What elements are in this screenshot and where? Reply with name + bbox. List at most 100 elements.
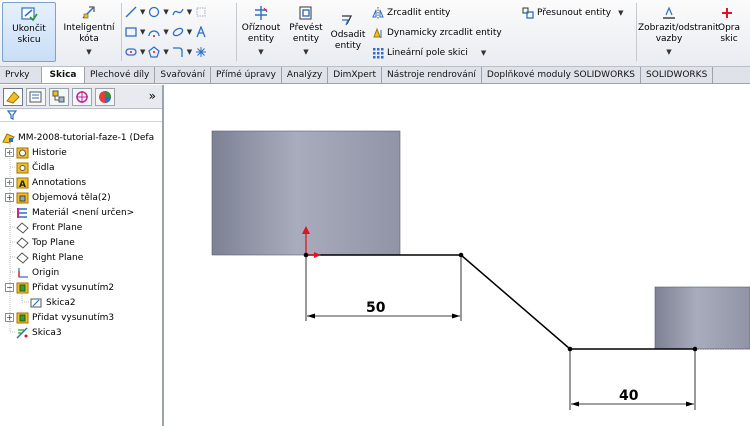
dynamic-mirror-icon: [373, 27, 382, 38]
sketch-profile[interactable]: [306, 254, 695, 350]
tab-addins[interactable]: Doplňkové moduly SOLIDWORKS: [482, 67, 642, 83]
offset-icon: [342, 15, 353, 26]
slot-tool[interactable]: ▼ ▼ ▼: [125, 45, 207, 59]
tree-item-front-plane[interactable]: Front Plane: [16, 220, 82, 235]
tree-item-sketch3[interactable]: Skica3: [16, 325, 62, 340]
expand-icon[interactable]: +: [5, 148, 14, 157]
tree-item-label: Skica2: [46, 297, 76, 308]
repair-sketch-button[interactable]: Opra skic: [704, 2, 750, 62]
ribbon-separator: [121, 3, 122, 61]
chevron-down-icon[interactable]: ▼: [58, 47, 120, 58]
feature-manager-tab[interactable]: [3, 88, 23, 106]
tab-evaluate[interactable]: Analýzy: [282, 67, 329, 83]
model-viewport[interactable]: 50 40: [166, 85, 750, 426]
tab-weldments[interactable]: Svařování: [155, 67, 211, 83]
expand-icon[interactable]: +: [5, 313, 14, 322]
chevron-down-icon[interactable]: ▼: [618, 9, 623, 17]
linear-pattern-button[interactable]: Lineární pole skici ▼: [372, 46, 486, 60]
configuration-icon: [52, 90, 65, 103]
svg-text:A: A: [19, 180, 26, 189]
trim-entities-button[interactable]: Oříznout entity ▼: [238, 2, 284, 62]
sketch-point[interactable]: [692, 346, 698, 352]
chevron-down-icon[interactable]: ▼: [481, 49, 486, 57]
chevron-down-icon[interactable]: ▼: [238, 47, 284, 58]
convert-entities-button[interactable]: Převést entity ▼: [285, 2, 327, 62]
extrude-icon: [16, 312, 29, 323]
chevron-down-icon[interactable]: ▼: [163, 28, 168, 36]
mirror-entities-button[interactable]: Zrcadlit entity: [372, 6, 450, 20]
dimension-left[interactable]: 50: [305, 257, 462, 321]
plane-icon: [16, 221, 29, 234]
smart-dimension-icon: [82, 6, 95, 19]
chevron-right-icon[interactable]: »: [149, 89, 156, 103]
mirror-icon: [372, 7, 384, 19]
tree-item-sketch2[interactable]: Skica2: [30, 295, 76, 310]
property-manager-tab[interactable]: [26, 88, 46, 106]
polygon-icon: [148, 46, 161, 58]
tree-item-origin[interactable]: Origin: [16, 265, 59, 280]
tab-direct-editing[interactable]: Přímé úpravy: [211, 67, 282, 83]
chevron-down-icon[interactable]: ▼: [187, 28, 192, 36]
tree-item-extrude2[interactable]: − Přidat vysunutím2: [5, 280, 114, 295]
tab-sheet-metal[interactable]: Plechové díly: [85, 67, 156, 83]
linear-pattern-label: Lineární pole skici: [387, 48, 468, 58]
rectangle-tool[interactable]: ▼ ▼ ▼: [125, 25, 207, 39]
dynamic-mirror-button[interactable]: Dynamicky zrcadlit entity: [372, 26, 502, 40]
trim-icon: [255, 6, 268, 20]
filter-bar[interactable]: [0, 109, 162, 122]
smart-dimension-button[interactable]: Inteligentní kóta ▼: [58, 2, 120, 62]
expand-icon[interactable]: +: [5, 193, 14, 202]
solid-body-right[interactable]: [654, 286, 750, 350]
tree-item-material[interactable]: Materiál <není určen>: [16, 205, 134, 220]
tab-solidworks[interactable]: SOLIDWORKS: [641, 67, 714, 83]
tree-root[interactable]: MM-2008-tutorial-faze-1 (Defa: [2, 130, 154, 145]
graphics-area[interactable]: 50 40: [166, 85, 750, 426]
tab-sketch[interactable]: Skica: [42, 67, 85, 83]
chevron-down-icon[interactable]: ▼: [163, 48, 168, 56]
trim-entities-label: Oříznout entity: [241, 23, 281, 44]
offset-entities-button[interactable]: Odsadit entity: [328, 12, 368, 52]
display-relations-button[interactable]: Zobrazit/odstranit vazby ▼: [638, 2, 719, 62]
solid-bodies-icon: [16, 192, 29, 203]
exit-sketch-button[interactable]: Ukončit skicu: [2, 2, 56, 62]
sketch-point[interactable]: [458, 252, 464, 258]
configuration-manager-tab[interactable]: [49, 88, 69, 106]
tab-render-tools[interactable]: Nástroje rendrování: [382, 67, 482, 83]
tree-item-historie[interactable]: + Historie: [5, 145, 67, 160]
chevron-down-icon[interactable]: ▼: [140, 48, 145, 56]
expand-icon[interactable]: +: [5, 178, 14, 187]
arc-icon: [148, 30, 161, 37]
tree-item-right-plane[interactable]: Right Plane: [16, 250, 83, 265]
chevron-down-icon[interactable]: ▼: [638, 47, 700, 58]
tree-item-solid-bodies[interactable]: + Objemová těla(2): [5, 190, 111, 205]
mirror-entities-label: Zrcadlit entity: [387, 8, 451, 18]
chevron-down-icon[interactable]: ▼: [285, 47, 327, 58]
tab-features[interactable]: Prvky: [0, 67, 42, 83]
chevron-down-icon[interactable]: ▼: [187, 8, 192, 16]
dimension-value[interactable]: 40: [619, 388, 639, 404]
tree-item-extrude3[interactable]: + Přidat vysunutím3: [5, 310, 114, 325]
line-tool[interactable]: ▼ ▼ ▼: [125, 5, 207, 19]
tree-item-top-plane[interactable]: Top Plane: [16, 235, 75, 250]
tab-dimxpert[interactable]: DimXpert: [328, 67, 383, 83]
dimension-right[interactable]: 40: [569, 351, 696, 410]
tree-item-label: Čidla: [32, 162, 55, 173]
tree-item-annotations[interactable]: + A Annotations: [5, 175, 86, 190]
text-tool-icon: [196, 26, 206, 38]
collapse-icon[interactable]: −: [5, 283, 14, 292]
property-manager-icon: [29, 91, 42, 103]
slot-icon: [125, 48, 137, 56]
display-manager-tab[interactable]: [95, 88, 115, 106]
chevron-down-icon[interactable]: ▼: [187, 48, 192, 56]
dimxpert-manager-tab[interactable]: [72, 88, 92, 106]
chevron-down-icon[interactable]: ▼: [140, 8, 145, 16]
sketch-point[interactable]: [567, 346, 573, 352]
dimension-value[interactable]: 50: [366, 300, 386, 316]
chevron-down-icon[interactable]: ▼: [163, 8, 168, 16]
tree-item-label: Přidat vysunutím2: [32, 282, 115, 293]
move-entities-button[interactable]: Přesunout entity ▼: [522, 6, 624, 20]
tree-item-cidla[interactable]: Čidla: [16, 160, 55, 175]
history-icon: [16, 147, 29, 158]
tree-item-label: Origin: [32, 267, 60, 278]
chevron-down-icon[interactable]: ▼: [140, 28, 145, 36]
